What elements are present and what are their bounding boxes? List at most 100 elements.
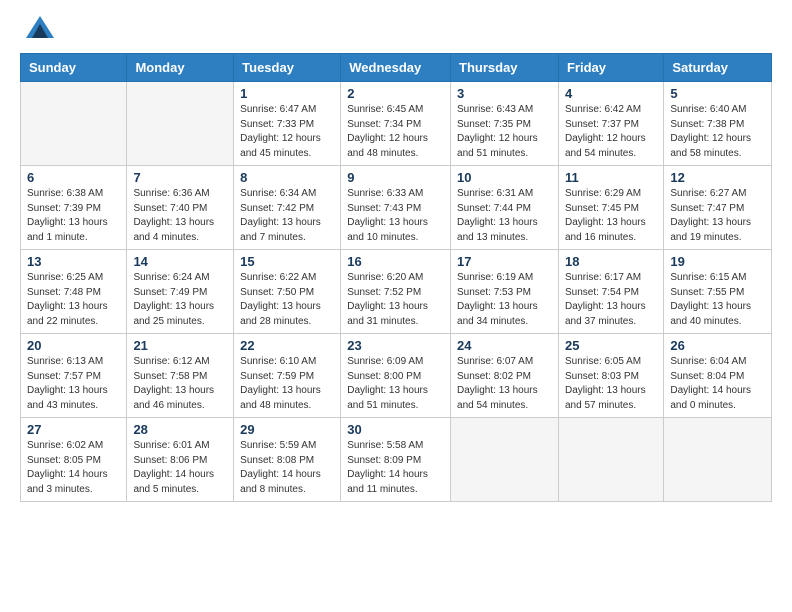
day-number: 23 (347, 338, 444, 353)
calendar-cell-1-5: 3 Sunrise: 6:43 AM Sunset: 7:35 PM Daylig… (451, 82, 559, 166)
day-detail: Sunrise: 6:47 AM Sunset: 7:33 PM Dayligh… (240, 103, 334, 161)
day-number: 28 (133, 422, 227, 437)
calendar-cell-1-1 (21, 82, 127, 166)
day-detail: Sunrise: 6:05 AM Sunset: 8:03 PM Dayligh… (565, 355, 657, 413)
calendar-cell-3-2: 14 Sunrise: 6:24 AM Sunset: 7:49 PM Dayli… (127, 250, 234, 334)
day-detail: Sunrise: 6:25 AM Sunset: 7:48 PM Dayligh… (27, 271, 120, 329)
day-detail: Sunrise: 6:36 AM Sunset: 7:40 PM Dayligh… (133, 187, 227, 245)
day-detail: Sunrise: 6:31 AM Sunset: 7:44 PM Dayligh… (457, 187, 552, 245)
day-detail: Sunrise: 6:22 AM Sunset: 7:50 PM Dayligh… (240, 271, 334, 329)
calendar-cell-2-2: 7 Sunrise: 6:36 AM Sunset: 7:40 PM Daylig… (127, 166, 234, 250)
day-detail: Sunrise: 6:38 AM Sunset: 7:39 PM Dayligh… (27, 187, 120, 245)
day-number: 16 (347, 254, 444, 269)
day-detail: Sunrise: 6:09 AM Sunset: 8:00 PM Dayligh… (347, 355, 444, 413)
day-number: 25 (565, 338, 657, 353)
calendar-table: SundayMondayTuesdayWednesdayThursdayFrid… (20, 53, 772, 502)
day-number: 2 (347, 86, 444, 101)
calendar-week-row-5: 27Sunrise: 6:02 AM Sunset: 8:05 PM Dayli… (21, 418, 772, 502)
day-detail: Sunrise: 6:07 AM Sunset: 8:02 PM Dayligh… (457, 355, 552, 413)
calendar-cell-5-5 (451, 418, 559, 502)
calendar-header-thursday: Thursday (451, 54, 559, 82)
day-number: 17 (457, 254, 552, 269)
day-detail: Sunrise: 6:20 AM Sunset: 7:52 PM Dayligh… (347, 271, 444, 329)
day-number: 1 (240, 86, 334, 101)
day-detail: Sunrise: 6:13 AM Sunset: 7:57 PM Dayligh… (27, 355, 120, 413)
calendar-cell-1-2 (127, 82, 234, 166)
page: SundayMondayTuesdayWednesdayThursdayFrid… (0, 0, 792, 518)
calendar-cell-5-3: 29 Sunrise: 5:59 AM Sunset: 8:08 PM Dayli… (234, 418, 341, 502)
day-number: 8 (240, 170, 334, 185)
calendar-cell-2-1: 6 Sunrise: 6:38 AM Sunset: 7:39 PM Daylig… (21, 166, 127, 250)
day-number: 4 (565, 86, 657, 101)
calendar-header-friday: Friday (558, 54, 663, 82)
calendar-cell-1-7: 5Sunrise: 6:40 AM Sunset: 7:38 PM Daylig… (664, 82, 772, 166)
calendar-cell-4-7: 26 Sunrise: 6:04 AM Sunset: 8:04 PM Dayli… (664, 334, 772, 418)
calendar-cell-3-1: 13 Sunrise: 6:25 AM Sunset: 7:48 PM Dayli… (21, 250, 127, 334)
day-detail: Sunrise: 6:43 AM Sunset: 7:35 PM Dayligh… (457, 103, 552, 161)
day-detail: Sunrise: 6:02 AM Sunset: 8:05 PM Dayligh… (27, 439, 120, 497)
day-number: 29 (240, 422, 334, 437)
calendar-cell-3-4: 16 Sunrise: 6:20 AM Sunset: 7:52 PM Dayli… (341, 250, 451, 334)
day-detail: Sunrise: 6:34 AM Sunset: 7:42 PM Dayligh… (240, 187, 334, 245)
day-detail: Sunrise: 6:15 AM Sunset: 7:55 PM Dayligh… (670, 271, 765, 329)
day-detail: Sunrise: 6:17 AM Sunset: 7:54 PM Dayligh… (565, 271, 657, 329)
calendar-header-saturday: Saturday (664, 54, 772, 82)
day-number: 18 (565, 254, 657, 269)
day-detail: Sunrise: 6:24 AM Sunset: 7:49 PM Dayligh… (133, 271, 227, 329)
logo-icon (26, 16, 54, 38)
day-number: 21 (133, 338, 227, 353)
calendar-cell-4-2: 21 Sunrise: 6:12 AM Sunset: 7:58 PM Dayli… (127, 334, 234, 418)
day-detail: Sunrise: 6:27 AM Sunset: 7:47 PM Dayligh… (670, 187, 765, 245)
day-detail: Sunrise: 6:04 AM Sunset: 8:04 PM Dayligh… (670, 355, 765, 413)
day-number: 7 (133, 170, 227, 185)
day-detail: Sunrise: 6:33 AM Sunset: 7:43 PM Dayligh… (347, 187, 444, 245)
calendar-cell-2-6: 11Sunrise: 6:29 AM Sunset: 7:45 PM Dayli… (558, 166, 663, 250)
day-detail: Sunrise: 6:29 AM Sunset: 7:45 PM Dayligh… (565, 187, 657, 245)
day-number: 26 (670, 338, 765, 353)
calendar-cell-4-3: 22Sunrise: 6:10 AM Sunset: 7:59 PM Dayli… (234, 334, 341, 418)
day-number: 14 (133, 254, 227, 269)
calendar-cell-3-3: 15Sunrise: 6:22 AM Sunset: 7:50 PM Dayli… (234, 250, 341, 334)
calendar-week-row-2: 6 Sunrise: 6:38 AM Sunset: 7:39 PM Daylig… (21, 166, 772, 250)
day-detail: Sunrise: 6:19 AM Sunset: 7:53 PM Dayligh… (457, 271, 552, 329)
day-number: 19 (670, 254, 765, 269)
calendar-cell-4-6: 25 Sunrise: 6:05 AM Sunset: 8:03 PM Dayli… (558, 334, 663, 418)
calendar-cell-1-4: 2 Sunrise: 6:45 AM Sunset: 7:34 PM Daylig… (341, 82, 451, 166)
day-number: 20 (27, 338, 120, 353)
day-number: 3 (457, 86, 552, 101)
day-detail: Sunrise: 6:12 AM Sunset: 7:58 PM Dayligh… (133, 355, 227, 413)
day-number: 12 (670, 170, 765, 185)
day-number: 9 (347, 170, 444, 185)
day-detail: Sunrise: 6:45 AM Sunset: 7:34 PM Dayligh… (347, 103, 444, 161)
day-number: 6 (27, 170, 120, 185)
calendar-cell-4-4: 23 Sunrise: 6:09 AM Sunset: 8:00 PM Dayli… (341, 334, 451, 418)
calendar-cell-5-2: 28 Sunrise: 6:01 AM Sunset: 8:06 PM Dayli… (127, 418, 234, 502)
calendar-cell-3-6: 18 Sunrise: 6:17 AM Sunset: 7:54 PM Dayli… (558, 250, 663, 334)
header (20, 16, 772, 43)
calendar-cell-2-3: 8 Sunrise: 6:34 AM Sunset: 7:42 PM Daylig… (234, 166, 341, 250)
day-number: 10 (457, 170, 552, 185)
calendar-week-row-4: 20 Sunrise: 6:13 AM Sunset: 7:57 PM Dayli… (21, 334, 772, 418)
calendar-cell-5-4: 30Sunrise: 5:58 AM Sunset: 8:09 PM Dayli… (341, 418, 451, 502)
day-number: 13 (27, 254, 120, 269)
day-detail: Sunrise: 6:42 AM Sunset: 7:37 PM Dayligh… (565, 103, 657, 161)
calendar-cell-2-4: 9 Sunrise: 6:33 AM Sunset: 7:43 PM Daylig… (341, 166, 451, 250)
calendar-header-tuesday: Tuesday (234, 54, 341, 82)
calendar-week-row-1: 1 Sunrise: 6:47 AM Sunset: 7:33 PM Daylig… (21, 82, 772, 166)
day-number: 22 (240, 338, 334, 353)
day-detail: Sunrise: 5:59 AM Sunset: 8:08 PM Dayligh… (240, 439, 334, 497)
day-number: 30 (347, 422, 444, 437)
calendar-cell-3-7: 19 Sunrise: 6:15 AM Sunset: 7:55 PM Dayli… (664, 250, 772, 334)
calendar-cell-3-5: 17 Sunrise: 6:19 AM Sunset: 7:53 PM Dayli… (451, 250, 559, 334)
calendar-header-monday: Monday (127, 54, 234, 82)
calendar-cell-5-6 (558, 418, 663, 502)
calendar-header-sunday: Sunday (21, 54, 127, 82)
calendar-header-wednesday: Wednesday (341, 54, 451, 82)
calendar-cell-2-7: 12 Sunrise: 6:27 AM Sunset: 7:47 PM Dayli… (664, 166, 772, 250)
day-number: 24 (457, 338, 552, 353)
calendar-week-row-3: 13 Sunrise: 6:25 AM Sunset: 7:48 PM Dayli… (21, 250, 772, 334)
day-detail: Sunrise: 6:01 AM Sunset: 8:06 PM Dayligh… (133, 439, 227, 497)
calendar-cell-5-7 (664, 418, 772, 502)
calendar-cell-1-3: 1 Sunrise: 6:47 AM Sunset: 7:33 PM Daylig… (234, 82, 341, 166)
day-number: 5 (670, 86, 765, 101)
